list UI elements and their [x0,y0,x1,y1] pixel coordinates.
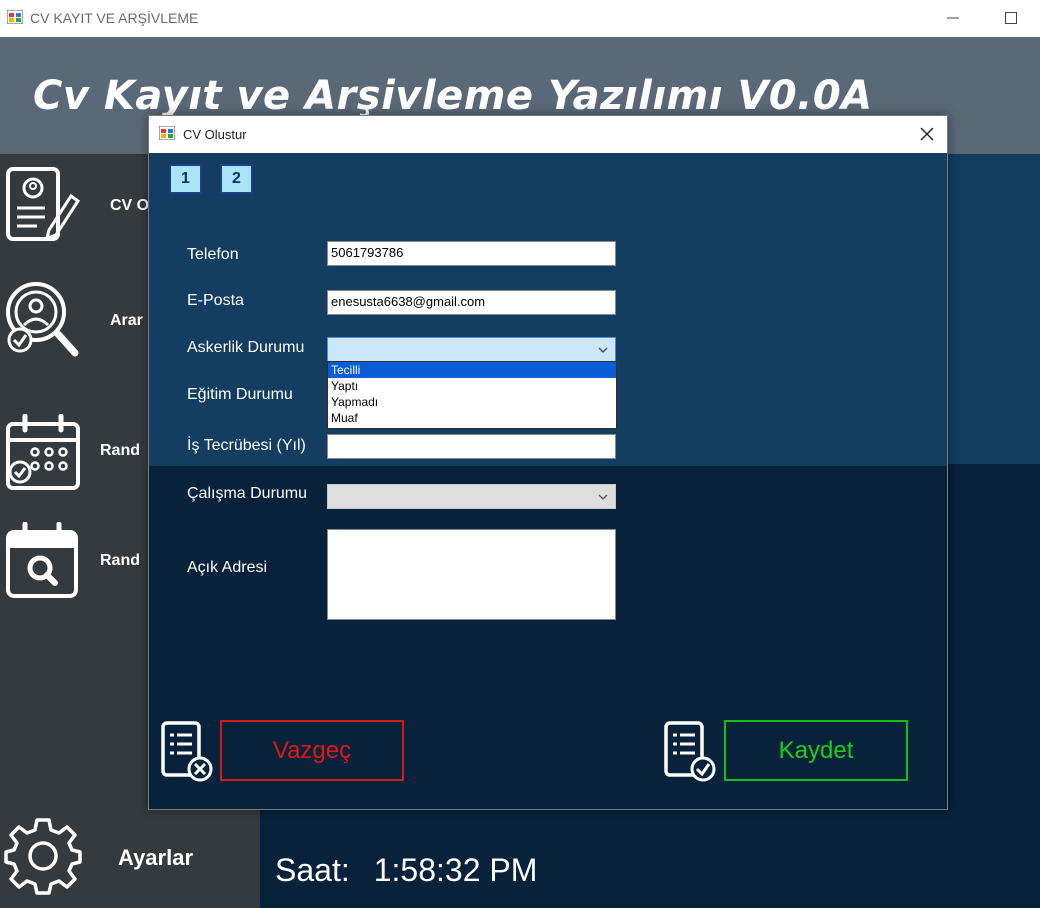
phone-label: Telefon [187,246,239,263]
close-icon[interactable] [917,124,937,144]
cv-create-dialog: CV Olustur 1 2 Telefon 5061793786 E-Post… [148,115,948,810]
settings-label: Ayarlar [118,845,194,870]
window-titlebar: CV KAYIT VE ARŞİVLEME [0,0,1040,37]
dropdown-option[interactable]: Yapmadı [328,394,616,410]
dialog-titlebar: CV Olustur [149,116,947,153]
calendar-check-icon [6,414,80,490]
military-status-label: Askerlik Durumu [187,339,305,356]
maximize-icon[interactable] [998,6,1024,30]
military-status-select[interactable] [327,337,616,362]
dropdown-option[interactable]: Tecilli [328,362,616,378]
save-button[interactable]: Kaydet [724,720,908,781]
sidebar-item-label: Rand [100,442,140,459]
address-label: Açık Adresi [187,559,268,576]
tab-page-2[interactable]: 2 [220,164,253,194]
sidebar-item-settings[interactable]: Ayarlar [0,814,260,908]
cancel-button[interactable]: Vazgeç [220,720,404,781]
app-icon [159,126,175,140]
cv-form-icon [6,167,81,241]
app-title: Cv Kayıt ve Arşivleme Yazılımı V0.0A [33,73,873,119]
minimize-icon[interactable] [940,6,966,30]
clock: Saat: 1:58:32 PM [275,852,537,889]
sidebar-item-label: CV O [110,197,150,214]
app-icon [7,10,23,24]
clock-label: Saat: [275,852,350,888]
chevron-down-icon [598,347,608,353]
clock-value: 1:58:32 PM [373,852,538,888]
window-title: CV KAYIT VE ARŞİVLEME [30,10,199,26]
search-person-icon [6,282,79,357]
work-status-label: Çalışma Durumu [187,485,308,502]
address-field[interactable] [327,529,616,620]
work-status-select[interactable] [327,484,616,509]
chevron-down-icon [598,494,608,500]
gear-icon [4,818,82,895]
sidebar-item-label: Rand [100,552,140,569]
document-save-icon [664,721,716,782]
dialog-title: CV Olustur [183,127,247,142]
dropdown-option[interactable]: Yaptı [328,378,616,394]
tab-page-1[interactable]: 1 [169,164,202,194]
dropdown-option[interactable]: Muaf [328,410,616,426]
experience-label: İş Tecrübesi (Yıl) [187,437,306,454]
email-label: E-Posta [187,292,244,309]
document-cancel-icon [161,721,213,782]
education-status-label: Eğitim Durumu [187,386,293,403]
sidebar-item-label: Arar [110,312,143,329]
military-status-dropdown: Tecilli Yaptı Yapmadı Muaf [327,361,617,429]
phone-field[interactable]: 5061793786 [327,241,616,266]
email-field[interactable]: enesusta6638@gmail.com [327,290,616,315]
calendar-search-icon [6,522,78,598]
experience-field[interactable] [327,434,616,459]
